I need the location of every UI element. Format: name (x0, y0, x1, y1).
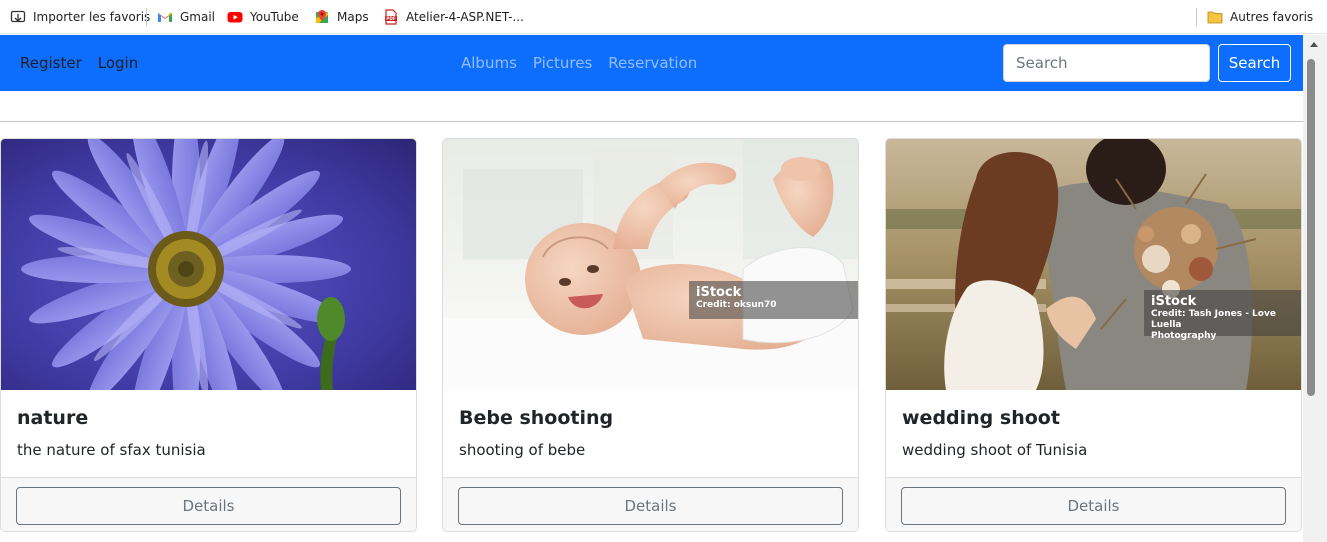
card-image-flower[interactable] (1, 139, 416, 390)
card-image-baby[interactable]: iStock Credit: oksun70 (443, 139, 858, 390)
maps-icon (314, 9, 330, 25)
details-button[interactable]: Details (16, 487, 401, 525)
folder-icon (1207, 9, 1223, 25)
bookmark-maps[interactable]: Maps (314, 7, 369, 27)
bookmarks-bar: Importer les favoris Gmail YouTube Maps … (0, 0, 1327, 34)
bookmark-label: Atelier-4-ASP.NET-... (406, 10, 524, 24)
album-card-nature: nature the nature of sfax tunisia Detail… (0, 138, 417, 532)
import-bookmarks-icon (10, 9, 26, 25)
bookmark-label: Importer les favoris (33, 10, 151, 24)
card-footer: Details (886, 477, 1301, 531)
album-card-wedding: iStock Credit: Tash Jones - Love Luella … (885, 138, 1302, 532)
bookmark-label: YouTube (250, 10, 299, 24)
nav-auth-links: Register Login (20, 35, 138, 91)
card-image-wedding[interactable]: iStock Credit: Tash Jones - Love Luella … (886, 139, 1301, 390)
bookmark-label: Autres favoris (1230, 10, 1314, 24)
album-card-bebe: iStock Credit: oksun70 Bebe shooting sho… (442, 138, 859, 532)
bookmark-gmail[interactable]: Gmail (157, 7, 215, 27)
navbar: Register Login Albums Pictures Reservati… (0, 35, 1303, 91)
scroll-up-arrow-icon[interactable] (1310, 42, 1318, 47)
svg-text:PDF: PDF (386, 16, 396, 21)
nav-reservation-link[interactable]: Reservation (608, 54, 697, 72)
nav-register-link[interactable]: Register (20, 54, 82, 72)
bookmark-import[interactable]: Importer les favoris (10, 7, 150, 27)
divider (0, 121, 1303, 122)
card-description: shooting of bebe (459, 441, 586, 459)
card-description: wedding shoot of Tunisia (902, 441, 1088, 459)
nav-albums-link[interactable]: Albums (461, 54, 517, 72)
watermark-credit: Photography (1151, 331, 1217, 341)
bookmark-youtube[interactable]: YouTube (227, 7, 299, 27)
bookmark-label: Gmail (180, 10, 216, 24)
search-button[interactable]: Search (1218, 44, 1291, 82)
details-button[interactable]: Details (458, 487, 843, 525)
card-footer: Details (443, 477, 858, 531)
card-footer: Details (1, 477, 416, 531)
watermark-credit: Credit: Tash Jones - Love Luella (1151, 309, 1276, 330)
page-scrollbar[interactable] (1303, 35, 1327, 542)
search-input[interactable] (1003, 44, 1210, 82)
card-description: the nature of sfax tunisia (17, 441, 206, 459)
nav-main-links: Albums Pictures Reservation (461, 35, 697, 91)
card-title: Bebe shooting (459, 407, 614, 429)
scrollbar-thumb[interactable] (1307, 59, 1315, 396)
nav-pictures-link[interactable]: Pictures (533, 54, 592, 72)
youtube-icon (227, 9, 243, 25)
gmail-icon (157, 9, 173, 25)
bookmark-atelier-pdf[interactable]: PDF Atelier-4-ASP.NET-... (383, 7, 524, 27)
bookmark-separator (1196, 8, 1197, 26)
bookmark-other-favorites[interactable]: Autres favoris (1207, 7, 1313, 27)
bookmark-label: Maps (337, 10, 369, 24)
details-button[interactable]: Details (901, 487, 1286, 525)
card-title: wedding shoot (902, 407, 1060, 429)
nav-login-link[interactable]: Login (98, 54, 138, 72)
watermark-brand: iStock (1151, 294, 1197, 309)
istock-watermark: iStock Credit: Tash Jones - Love Luella … (1144, 290, 1301, 341)
watermark-brand: iStock (696, 285, 742, 300)
istock-watermark: iStock Credit: oksun70 (689, 281, 858, 319)
bookmark-separator (146, 8, 147, 26)
card-title: nature (17, 407, 89, 429)
pdf-icon: PDF (383, 9, 399, 25)
watermark-credit: Credit: oksun70 (696, 300, 777, 310)
